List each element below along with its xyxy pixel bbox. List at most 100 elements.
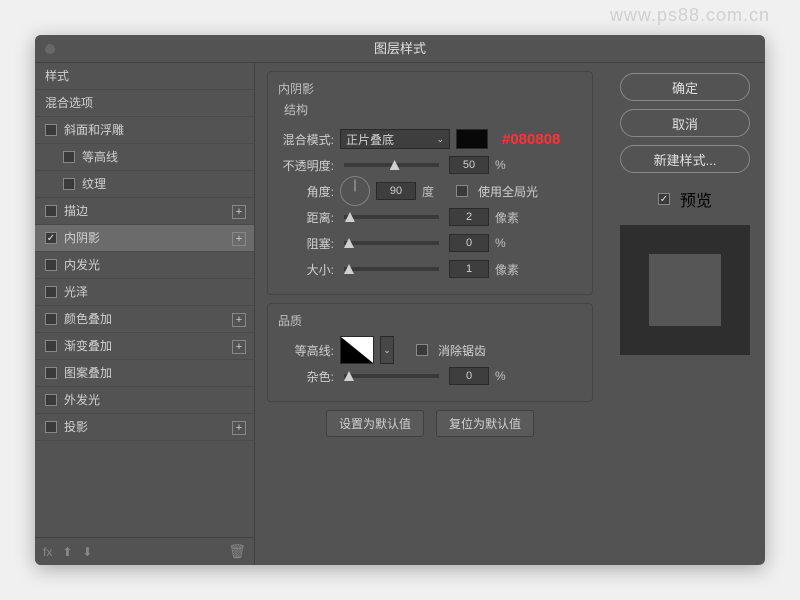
- sidebar-item-label: 等高线: [82, 144, 118, 171]
- sidebar-item-6[interactable]: 光泽: [35, 279, 254, 306]
- distance-label: 距离:: [278, 209, 334, 226]
- sidebar-item-11[interactable]: 投影 +: [35, 414, 254, 441]
- right-column: 确定 取消 新建样式... 预览: [605, 63, 765, 565]
- effect-checkbox[interactable]: [45, 124, 57, 136]
- effect-checkbox[interactable]: [45, 259, 57, 271]
- plus-icon[interactable]: +: [232, 205, 246, 219]
- effect-checkbox[interactable]: [45, 286, 57, 298]
- contour-swatch[interactable]: [340, 336, 374, 364]
- blend-mode-label: 混合模式:: [278, 131, 334, 148]
- distance-input[interactable]: 2: [449, 208, 489, 226]
- preview-checkbox[interactable]: [658, 193, 670, 205]
- distance-row: 距离: 2 像素: [278, 204, 582, 230]
- sidebar-item-0[interactable]: 斜面和浮雕: [35, 117, 254, 144]
- sidebar-item-label: 光泽: [64, 279, 88, 306]
- quality-label: 品质: [278, 312, 582, 329]
- choke-unit: %: [495, 236, 523, 250]
- make-default-button[interactable]: 设置为默认值: [326, 410, 424, 437]
- effect-checkbox[interactable]: [45, 313, 57, 325]
- effect-checkbox[interactable]: [63, 151, 75, 163]
- sidebar-item-8[interactable]: 渐变叠加 +: [35, 333, 254, 360]
- titlebar: 图层样式: [35, 35, 765, 63]
- blend-mode-row: 混合模式: 正片叠底 ⌄ #080808: [278, 126, 582, 152]
- effect-checkbox[interactable]: [45, 205, 57, 217]
- plus-icon[interactable]: +: [232, 421, 246, 435]
- sidebar-blend-header[interactable]: 混合选项: [35, 90, 254, 117]
- angle-dial[interactable]: [340, 176, 370, 206]
- opacity-slider[interactable]: [344, 163, 439, 167]
- cancel-button[interactable]: 取消: [620, 109, 750, 137]
- size-unit: 像素: [495, 261, 523, 278]
- sidebar-item-label: 描边: [64, 198, 88, 225]
- plus-icon[interactable]: +: [232, 232, 246, 246]
- sidebar-styles-header[interactable]: 样式: [35, 63, 254, 90]
- effect-checkbox[interactable]: [45, 394, 57, 406]
- noise-slider[interactable]: [344, 374, 439, 378]
- antialias-checkbox[interactable]: [416, 344, 428, 356]
- size-slider[interactable]: [344, 267, 439, 271]
- sidebar-item-1[interactable]: 等高线: [35, 144, 254, 171]
- contour-label: 等高线:: [278, 342, 334, 359]
- angle-row: 角度: 90 度 使用全局光: [278, 178, 582, 204]
- noise-label: 杂色:: [278, 368, 334, 385]
- sidebar-item-10[interactable]: 外发光: [35, 387, 254, 414]
- effect-checkbox[interactable]: [45, 340, 57, 352]
- effect-checkbox[interactable]: [45, 367, 57, 379]
- effect-checkbox[interactable]: [45, 421, 57, 433]
- sidebar-item-label: 渐变叠加: [64, 333, 112, 360]
- sidebar-item-9[interactable]: 图案叠加: [35, 360, 254, 387]
- global-light-checkbox[interactable]: [456, 185, 468, 197]
- antialias-label: 消除锯齿: [438, 342, 486, 359]
- sidebar-item-4[interactable]: 内阴影 +: [35, 225, 254, 252]
- arrow-up-icon[interactable]: ⬆: [62, 545, 72, 559]
- size-input[interactable]: 1: [449, 260, 489, 278]
- dialog-title: 图层样式: [374, 41, 426, 56]
- sidebar-item-label: 内阴影: [64, 225, 100, 252]
- contour-dropdown[interactable]: ⌄: [380, 336, 394, 364]
- effect-checkbox[interactable]: [45, 232, 57, 244]
- noise-unit: %: [495, 369, 523, 383]
- sidebar-item-5[interactable]: 内发光: [35, 252, 254, 279]
- layer-style-dialog: 图层样式 样式 混合选项 斜面和浮雕等高线纹理描边 + 内阴影 + 内发光光泽颜色叠加+…: [35, 35, 765, 565]
- watermark-text: www.ps88.com.cn: [610, 5, 770, 26]
- sidebar-item-label: 投影: [64, 414, 88, 441]
- sidebar-item-2[interactable]: 纹理: [35, 171, 254, 198]
- main-panel: 内阴影 结构 混合模式: 正片叠底 ⌄ #080808 不透明度: 50 %: [255, 63, 605, 565]
- sidebar-item-label: 纹理: [82, 171, 106, 198]
- blend-mode-select[interactable]: 正片叠底 ⌄: [340, 129, 450, 149]
- noise-input[interactable]: 0: [449, 367, 489, 385]
- structure-label: 结构: [278, 101, 582, 118]
- new-style-button[interactable]: 新建样式...: [620, 145, 750, 173]
- trash-icon[interactable]: 🗑: [228, 543, 246, 560]
- close-icon[interactable]: [45, 44, 55, 54]
- blend-mode-value: 正片叠底: [346, 131, 394, 148]
- quality-group: 品质 等高线: ⌄ 消除锯齿 杂色: 0 %: [267, 303, 593, 402]
- ok-button[interactable]: 确定: [620, 73, 750, 101]
- preview-label: 预览: [680, 187, 712, 211]
- color-swatch[interactable]: [456, 129, 488, 149]
- sidebar-item-3[interactable]: 描边 +: [35, 198, 254, 225]
- plus-icon[interactable]: +: [232, 313, 246, 327]
- size-row: 大小: 1 像素: [278, 256, 582, 282]
- sidebar-item-label: 外发光: [64, 387, 100, 414]
- sidebar-item-label: 内发光: [64, 252, 100, 279]
- angle-input[interactable]: 90: [376, 182, 416, 200]
- plus-icon[interactable]: +: [232, 340, 246, 354]
- arrow-down-icon[interactable]: ⬇: [82, 545, 92, 559]
- chevron-down-icon: ⌄: [436, 134, 444, 145]
- choke-slider[interactable]: [344, 241, 439, 245]
- opacity-label: 不透明度:: [278, 157, 334, 174]
- preview-toggle-row: 预览: [658, 187, 712, 211]
- angle-label: 角度:: [278, 183, 334, 200]
- structure-group: 内阴影 结构 混合模式: 正片叠底 ⌄ #080808 不透明度: 50 %: [267, 71, 593, 295]
- sidebar-item-label: 斜面和浮雕: [64, 117, 124, 144]
- opacity-input[interactable]: 50: [449, 156, 489, 174]
- fx-icon[interactable]: fx: [43, 545, 52, 559]
- noise-row: 杂色: 0 %: [278, 363, 582, 389]
- reset-default-button[interactable]: 复位为默认值: [436, 410, 534, 437]
- effect-checkbox[interactable]: [63, 178, 75, 190]
- distance-slider[interactable]: [344, 215, 439, 219]
- choke-input[interactable]: 0: [449, 234, 489, 252]
- sidebar-item-7[interactable]: 颜色叠加+: [35, 306, 254, 333]
- opacity-row: 不透明度: 50 %: [278, 152, 582, 178]
